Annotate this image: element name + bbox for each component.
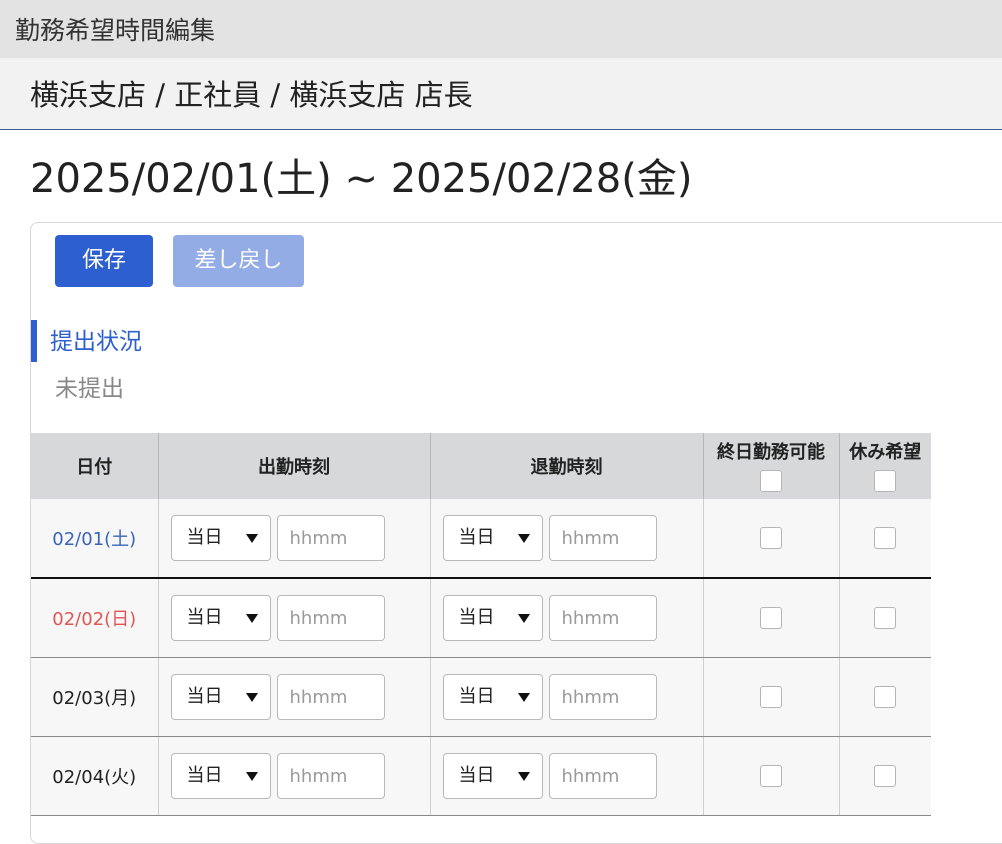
end-time-input[interactable]	[548, 753, 657, 799]
end-time-cell: 当日	[430, 578, 704, 658]
breadcrumb: 横浜支店 / 正社員 / 横浜支店 店長	[30, 78, 473, 112]
table-row: 02/01(土) 当日 当日	[31, 499, 931, 579]
status-value: 未提出	[55, 376, 124, 402]
date-label: 02/02(日)	[52, 609, 137, 630]
dayoff-cell	[839, 499, 931, 579]
allday-cell	[703, 736, 840, 816]
allday-checkbox[interactable]	[760, 607, 782, 629]
header-dayoff: 休み希望	[839, 433, 931, 499]
date-label: 02/03(月)	[52, 688, 137, 709]
page-title: 勤務希望時間編集	[15, 16, 216, 45]
start-day-select-value: 当日	[186, 527, 223, 548]
status-accent-bar	[31, 320, 37, 362]
table-row: 02/02(日) 当日 当日	[31, 578, 931, 658]
end-day-select[interactable]: 当日	[442, 753, 543, 799]
end-day-select-value: 当日	[458, 765, 495, 786]
dropdown-arrow-icon	[517, 772, 530, 781]
end-day-select-value: 当日	[458, 686, 495, 707]
start-day-select-value: 当日	[186, 607, 223, 628]
end-day-select-value: 当日	[458, 607, 495, 628]
allday-checkbox[interactable]	[760, 527, 782, 549]
row-date: 02/02(日)	[31, 578, 159, 658]
allday-checkbox[interactable]	[760, 686, 782, 708]
row-date: 02/04(火)	[31, 736, 159, 816]
end-day-select[interactable]: 当日	[442, 595, 543, 641]
save-button[interactable]: 保存	[55, 235, 153, 287]
schedule-card: 保存 差し戻し 提出状況 未提出 日付 出勤時刻 退勤時刻 終日勤務可能 休み希…	[30, 222, 1002, 844]
dropdown-arrow-icon	[517, 534, 530, 543]
schedule-table: 日付 出勤時刻 退勤時刻 終日勤務可能 休み希望 02/01(土) 当日 hhm…	[31, 433, 931, 816]
period-range: 2025/02/01(土) ~ 2025/02/28(金)	[30, 156, 693, 202]
start-time-cell: 当日	[158, 657, 431, 737]
row-date: 02/03(月)	[31, 657, 159, 737]
end-day-select[interactable]: 当日	[442, 515, 543, 561]
start-day-select-value: 当日	[186, 686, 223, 707]
allday-checkbox[interactable]	[760, 765, 782, 787]
start-time-input[interactable]	[276, 674, 385, 720]
end-time-input[interactable]	[548, 595, 657, 641]
dropdown-arrow-icon	[245, 772, 258, 781]
allday-select-all-checkbox[interactable]	[760, 470, 782, 492]
end-time-group: 当日	[431, 674, 703, 720]
header-allday: 終日勤務可能	[703, 433, 840, 499]
dropdown-arrow-icon	[245, 534, 258, 543]
start-time-group: 当日	[159, 515, 430, 561]
dropdown-arrow-icon	[245, 693, 258, 702]
start-time-input[interactable]	[276, 515, 385, 561]
breadcrumb-bar: 横浜支店 / 正社員 / 横浜支店 店長	[0, 58, 1002, 130]
header-start-time: 出勤時刻	[158, 433, 431, 499]
end-time-group: 当日	[431, 753, 703, 799]
start-time-cell: 当日	[158, 736, 431, 816]
start-time-input[interactable]	[276, 595, 385, 641]
end-day-select[interactable]: 当日	[442, 674, 543, 720]
dayoff-checkbox[interactable]	[874, 765, 897, 787]
header-date: 日付	[31, 433, 159, 499]
start-time-cell: 当日	[158, 499, 431, 579]
end-time-input[interactable]	[548, 515, 657, 561]
start-time-group: 当日	[159, 753, 430, 799]
header-end-time: 退勤時刻	[430, 433, 704, 499]
start-time-cell: 当日	[158, 578, 431, 658]
start-day-select[interactable]: 当日	[170, 515, 271, 561]
end-time-cell: 当日	[430, 499, 704, 579]
start-day-select[interactable]: 当日	[170, 595, 271, 641]
start-time-group: 当日	[159, 595, 430, 641]
dropdown-arrow-icon	[517, 693, 530, 702]
revert-button[interactable]: 差し戻し	[173, 235, 304, 287]
allday-cell	[703, 657, 840, 737]
dayoff-select-all-checkbox[interactable]	[874, 470, 897, 492]
end-time-input[interactable]	[548, 674, 657, 720]
date-label: 02/04(火)	[52, 767, 137, 788]
start-day-select[interactable]: 当日	[170, 674, 271, 720]
dropdown-arrow-icon	[517, 614, 530, 623]
header-dayoff-label: 休み希望	[849, 442, 922, 463]
row-date: 02/01(土)	[31, 499, 159, 579]
end-time-cell: 当日	[430, 657, 704, 737]
app-header: 勤務希望時間編集	[0, 0, 1002, 58]
dayoff-cell	[839, 578, 931, 658]
start-time-group: 当日	[159, 674, 430, 720]
end-time-cell: 当日	[430, 736, 704, 816]
header-allday-label: 終日勤務可能	[717, 442, 825, 463]
end-time-group: 当日	[431, 515, 703, 561]
start-day-select-value: 当日	[186, 765, 223, 786]
dayoff-checkbox[interactable]	[874, 527, 897, 549]
table-header-row: 日付 出勤時刻 退勤時刻 終日勤務可能 休み希望	[31, 433, 931, 499]
dayoff-cell	[839, 736, 931, 816]
start-time-input[interactable]	[276, 753, 385, 799]
dayoff-checkbox[interactable]	[874, 686, 897, 708]
dayoff-checkbox[interactable]	[874, 607, 897, 629]
allday-cell	[703, 499, 840, 579]
date-label: 02/01(土)	[52, 529, 137, 550]
allday-cell	[703, 578, 840, 658]
end-day-select-value: 当日	[458, 527, 495, 548]
end-time-group: 当日	[431, 595, 703, 641]
dropdown-arrow-icon	[245, 614, 258, 623]
start-day-select[interactable]: 当日	[170, 753, 271, 799]
dayoff-cell	[839, 657, 931, 737]
status-label: 提出状況	[50, 329, 142, 355]
table-row: 02/04(火) 当日 当日	[31, 736, 931, 816]
table-row: 02/03(月) 当日 当日	[31, 657, 931, 737]
